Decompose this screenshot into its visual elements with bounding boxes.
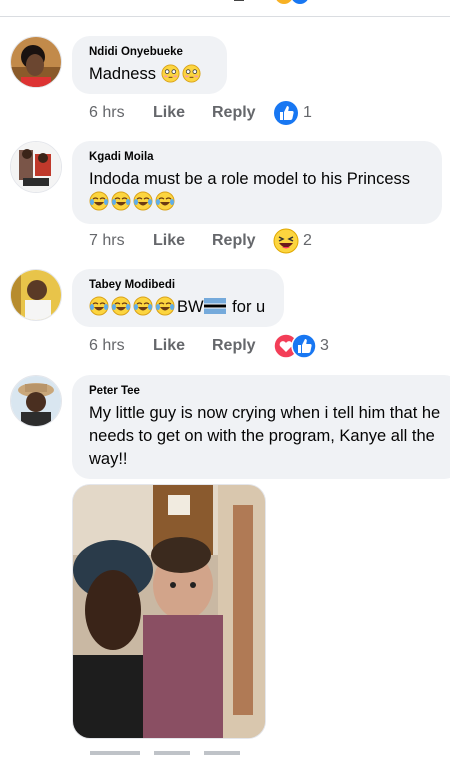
comment-time[interactable]: 7 hrs: [89, 232, 125, 250]
previous-comment-cutoff: [0, 0, 450, 17]
flushed-face-emoji: [161, 64, 180, 83]
comment-text: Madness: [89, 65, 156, 83]
tears-of-joy-emoji: [89, 296, 109, 316]
reply-button[interactable]: Reply: [212, 337, 256, 355]
comment-author[interactable]: Peter Tee: [89, 385, 446, 397]
comment-bubble: Kgadi Moila Indoda must be a role model …: [72, 141, 442, 224]
avatar[interactable]: [10, 141, 62, 193]
like-button[interactable]: Like: [153, 104, 185, 122]
like-button[interactable]: Like: [153, 232, 185, 250]
comment-bubble: Ndidi Onyebueke Madness: [72, 36, 227, 94]
comment-text: Indoda must be a role model to his Princ…: [89, 170, 411, 188]
father-and-child-photo: [73, 485, 265, 738]
avatar[interactable]: [10, 375, 62, 427]
haha-reaction-icon[interactable]: [273, 228, 299, 254]
avatar[interactable]: [10, 269, 62, 321]
tears-of-joy-emoji: [133, 296, 153, 316]
reply-button[interactable]: Reply: [212, 104, 256, 122]
botswana-flag-emoji: [203, 298, 226, 314]
comment-bubble: Tabey Modibedi BW for u: [72, 269, 284, 327]
comment-time[interactable]: 6 hrs: [89, 337, 125, 355]
comment-bubble: Peter Tee My little guy is now crying wh…: [72, 375, 450, 479]
avatar[interactable]: [10, 36, 62, 88]
tears-of-joy-emoji: [155, 296, 175, 316]
comment-photo[interactable]: [72, 484, 266, 739]
comment-author[interactable]: Kgadi Moila: [89, 151, 426, 163]
like-reaction-icon[interactable]: [273, 100, 299, 126]
tears-of-joy-emoji: [89, 191, 109, 211]
reaction-count[interactable]: 1: [303, 104, 312, 122]
comment-text: My little guy is now crying when i tell …: [89, 404, 441, 468]
comment-text: for u: [227, 298, 266, 316]
comment-text-bw: BW: [177, 298, 204, 316]
reply-button[interactable]: Reply: [212, 232, 256, 250]
reaction-count[interactable]: 2: [303, 232, 312, 250]
tears-of-joy-emoji: [111, 296, 131, 316]
flushed-face-emoji: [182, 64, 201, 83]
comment-time[interactable]: 6 hrs: [89, 104, 125, 122]
like-reaction-icon[interactable]: [291, 333, 317, 359]
next-row-cutoff: [90, 751, 240, 755]
comment-author[interactable]: Tabey Modibedi: [89, 279, 268, 291]
comment-author[interactable]: Ndidi Onyebueke: [89, 46, 211, 58]
reaction-count[interactable]: 3: [320, 337, 329, 355]
tears-of-joy-emoji: [155, 191, 175, 211]
tears-of-joy-emoji: [133, 191, 153, 211]
like-button[interactable]: Like: [153, 337, 185, 355]
reaction-icons-cutoff: [234, 0, 308, 4]
tears-of-joy-emoji: [111, 191, 131, 211]
